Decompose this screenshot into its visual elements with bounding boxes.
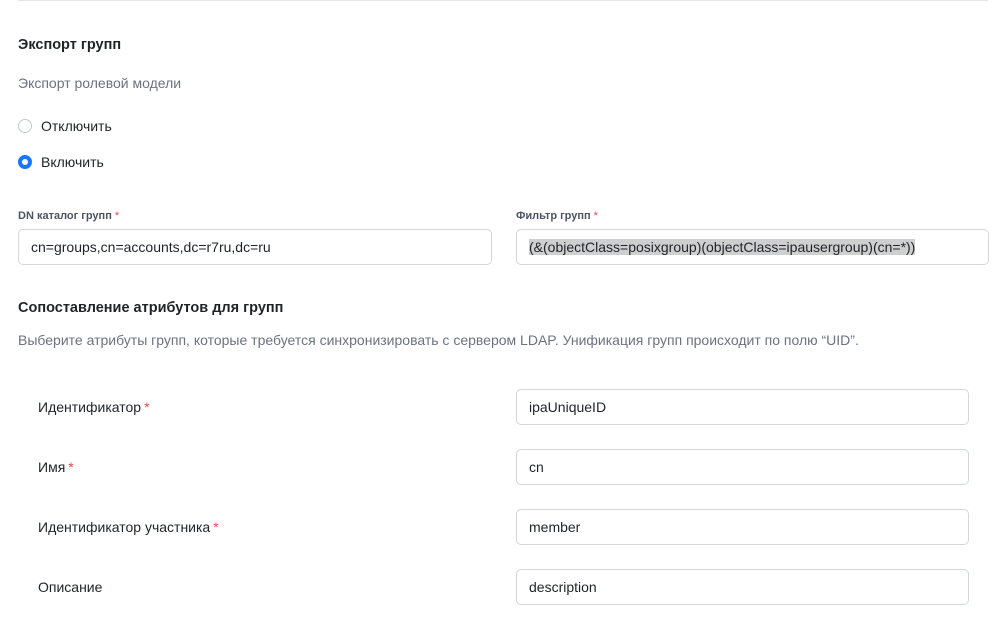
required-mark: * xyxy=(114,210,120,222)
mapping-section-description: Выберите атрибуты групп, которые требует… xyxy=(18,332,859,348)
attr-value-member-id: member xyxy=(529,519,581,535)
group-export-settings: Экспорт групп Экспорт ролевой модели Отк… xyxy=(0,0,1003,637)
dn-catalog-label: DN каталог групп * xyxy=(18,210,119,222)
export-section-subtitle: Экспорт ролевой модели xyxy=(18,75,182,91)
attr-label-member-id-text: Идентификатор участника xyxy=(38,519,211,535)
dn-catalog-value: cn=groups,cn=accounts,dc=r7ru,dc=ru xyxy=(31,239,271,255)
attr-input-description[interactable]: description xyxy=(516,569,969,605)
radio-enable-label: Включить xyxy=(41,154,104,170)
attr-label-description: Описание xyxy=(38,579,102,595)
attr-label-name: Имя * xyxy=(38,459,74,475)
group-filter-value: (&(objectClass=posixgroup)(objectClass=i… xyxy=(529,239,916,255)
group-filter-input[interactable]: (&(objectClass=posixgroup)(objectClass=i… xyxy=(516,229,989,265)
attr-value-description: description xyxy=(529,579,597,595)
radio-enable[interactable]: Включить xyxy=(18,153,104,171)
attr-label-description-text: Описание xyxy=(38,579,103,595)
attr-label-name-text: Имя xyxy=(38,459,66,475)
dn-catalog-input[interactable]: cn=groups,cn=accounts,dc=r7ru,dc=ru xyxy=(18,229,492,265)
attr-input-name[interactable]: cn xyxy=(516,449,969,485)
group-filter-label-text: Фильтр групп xyxy=(516,210,591,222)
attr-label-identifier: Идентификатор * xyxy=(38,399,150,415)
required-mark: * xyxy=(68,459,74,475)
attr-label-member-id: Идентификатор участника * xyxy=(38,519,219,535)
radio-disable-circle[interactable] xyxy=(18,119,32,133)
required-mark: * xyxy=(213,519,219,535)
attr-value-name: cn xyxy=(529,459,544,475)
export-section-title: Экспорт групп xyxy=(18,37,122,53)
radio-disable[interactable]: Отключить xyxy=(18,117,112,135)
top-divider xyxy=(18,0,988,1)
required-mark: * xyxy=(144,399,150,415)
attr-value-identifier: ipaUniqueID xyxy=(529,399,607,415)
mapping-section-title: Сопоставление атрибутов для групп xyxy=(18,300,284,316)
required-mark: * xyxy=(593,210,598,222)
attr-input-identifier[interactable]: ipaUniqueID xyxy=(516,389,969,425)
radio-disable-label: Отключить xyxy=(41,118,112,134)
dn-catalog-label-text: DN каталог групп xyxy=(18,210,112,222)
attr-input-member-id[interactable]: member xyxy=(516,509,969,545)
group-filter-label: Фильтр групп * xyxy=(516,210,598,222)
radio-enable-circle[interactable] xyxy=(18,155,32,169)
attr-label-identifier-text: Идентификатор xyxy=(38,399,142,415)
